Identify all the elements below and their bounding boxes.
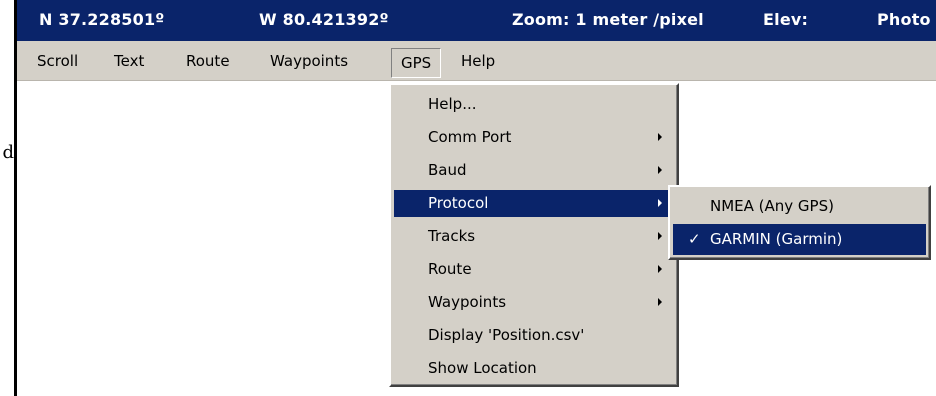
submenu-arrow-icon: [658, 298, 662, 306]
checkmark-icon: ✓: [688, 230, 701, 248]
page: d N 37.228501º W 80.421392º Zoom: 1 mete…: [0, 0, 936, 396]
gps-dropdown-menu: Help... Comm Port Baud Protocol Tracks R…: [389, 83, 679, 387]
menu-route[interactable]: Route: [180, 50, 236, 72]
gps-menu-item-tracks[interactable]: Tracks: [394, 223, 674, 250]
menu-item-label: Tracks: [428, 227, 476, 245]
gps-menu-item-baud[interactable]: Baud: [394, 157, 674, 184]
menu-item-label: Baud: [428, 161, 467, 179]
menu-help[interactable]: Help: [455, 50, 501, 72]
gps-menu-item-help[interactable]: Help...: [394, 91, 674, 118]
menu-item-label: Route: [428, 260, 472, 278]
gps-menu-item-show-location[interactable]: Show Location: [394, 355, 674, 382]
menu-bar: Scroll Text Route Waypoints GPS Help: [17, 41, 936, 81]
gps-menu-item-route[interactable]: Route: [394, 256, 674, 283]
app-window: N 37.228501º W 80.421392º Zoom: 1 meter …: [14, 0, 936, 396]
zoom-readout: Zoom: 1 meter /pixel: [512, 10, 704, 29]
menu-text[interactable]: Text: [108, 50, 150, 72]
gps-menu-item-display-position[interactable]: Display 'Position.csv': [394, 322, 674, 349]
gps-menu-item-comm-port[interactable]: Comm Port: [394, 124, 674, 151]
menu-item-label: Comm Port: [428, 128, 512, 146]
menu-item-label: Help...: [428, 95, 477, 113]
menu-item-label: Protocol: [428, 194, 489, 212]
gps-menu-item-protocol[interactable]: Protocol: [394, 190, 674, 217]
submenu-arrow-icon: [658, 232, 662, 240]
longitude-readout: W 80.421392º: [259, 10, 389, 29]
menu-gps[interactable]: GPS: [391, 48, 442, 78]
latitude-readout: N 37.228501º: [39, 10, 165, 29]
status-bar: N 37.228501º W 80.421392º Zoom: 1 meter …: [17, 0, 936, 41]
menu-item-label: Waypoints: [428, 293, 507, 311]
submenu-arrow-icon: [658, 199, 662, 207]
menu-waypoints[interactable]: Waypoints: [264, 50, 354, 72]
photo-label: Photo: [877, 10, 931, 29]
elevation-readout: Elev:: [763, 10, 809, 29]
protocol-item-nmea[interactable]: NMEA (Any GPS): [673, 191, 926, 222]
document-fragment-text: d: [2, 142, 14, 163]
submenu-arrow-icon: [658, 166, 662, 174]
menu-scroll[interactable]: Scroll: [31, 50, 84, 72]
gps-menu-item-waypoints[interactable]: Waypoints: [394, 289, 674, 316]
submenu-arrow-icon: [658, 133, 662, 141]
menu-item-label: Display 'Position.csv': [428, 326, 585, 344]
submenu-item-label: NMEA (Any GPS): [710, 197, 834, 215]
menu-item-label: Show Location: [428, 359, 537, 377]
protocol-submenu: NMEA (Any GPS) ✓ GARMIN (Garmin): [668, 185, 931, 260]
submenu-arrow-icon: [658, 265, 662, 273]
protocol-item-garmin[interactable]: ✓ GARMIN (Garmin): [673, 224, 926, 255]
submenu-item-label: GARMIN (Garmin): [710, 230, 843, 248]
